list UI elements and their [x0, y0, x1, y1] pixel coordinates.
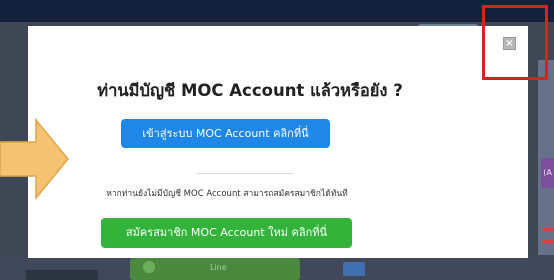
- background-side-badge: (A: [541, 158, 554, 188]
- background-top-bar: [0, 0, 554, 22]
- login-button[interactable]: เข้าสู่ระบบ MOC Account คลิกที่นี่: [121, 119, 330, 148]
- background-line-label: Line: [210, 263, 227, 272]
- background-bottom-block: [26, 270, 98, 280]
- close-button-highlight: [482, 5, 548, 80]
- arrow-right-icon: [0, 118, 69, 200]
- divider: [197, 173, 293, 174]
- line-icon: [143, 261, 155, 273]
- background-red-mark: [542, 228, 554, 231]
- background-small-button: [343, 262, 365, 276]
- register-hint: หากท่านยังไม่มีบัญชี MOC Account สามารถส…: [106, 189, 348, 199]
- register-button[interactable]: สมัครสมาชิก MOC Account ใหม่ คลิกที่นี่: [101, 218, 352, 248]
- modal-title: ท่านมีบัญชี MOC Account แล้วหรือยัง ?: [97, 81, 403, 100]
- background-red-mark: [542, 240, 554, 243]
